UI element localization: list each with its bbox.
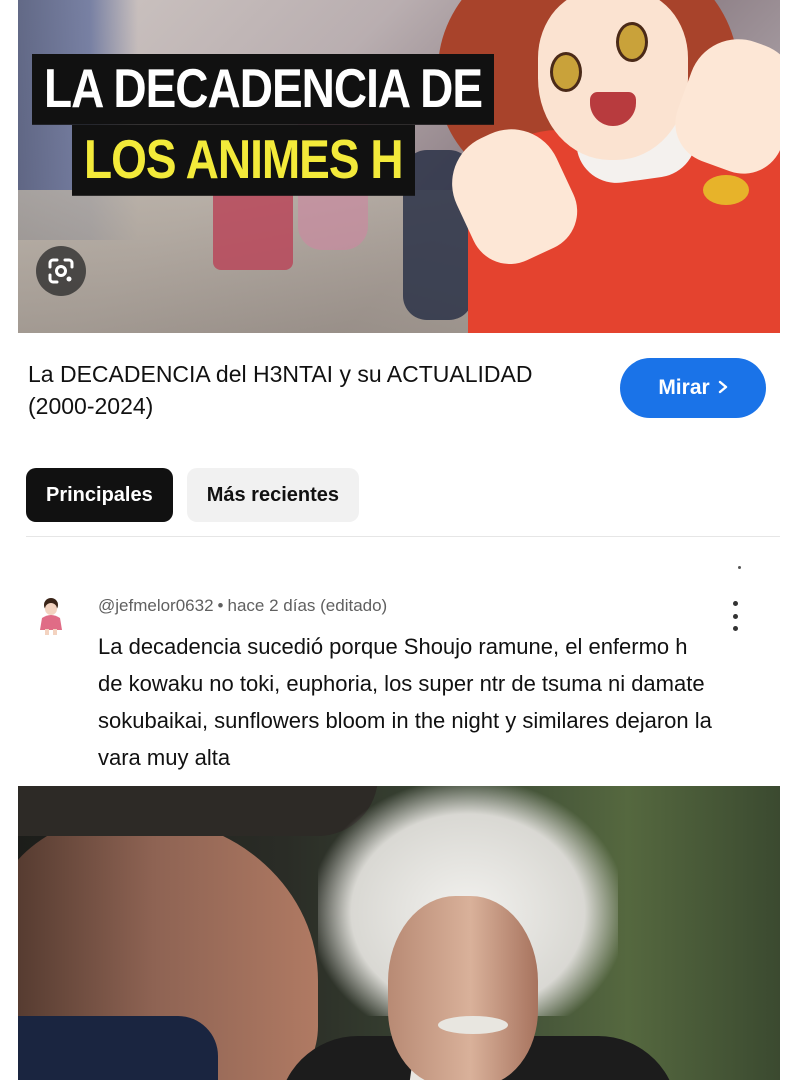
watch-button-label: Mirar: [658, 376, 710, 399]
comment-text: La decadencia sucedió porque Shoujo ramu…: [98, 634, 712, 770]
thumbnail-title-line1: LA DECADENCIA DE: [32, 54, 495, 125]
more-vertical-icon[interactable]: [738, 566, 742, 576]
video-title[interactable]: La DECADENCIA del H3NTAI y su ACTUALIDAD…: [28, 358, 548, 422]
image-moustache: [438, 1016, 508, 1034]
comment-time: hace 2 días (editado): [227, 596, 388, 615]
comment-meta: @jefmelor0632 • hace 2 días (editado): [98, 596, 387, 616]
tab-principales[interactable]: Principales: [26, 468, 173, 522]
watch-button[interactable]: Mirar: [620, 358, 766, 418]
chevron-right-icon: [718, 376, 728, 400]
reaction-image: [18, 786, 780, 1080]
video-thumbnail[interactable]: LA DECADENCIA DE LOS ANIMES H: [18, 0, 780, 333]
avatar[interactable]: [36, 596, 66, 636]
comment-author[interactable]: @jefmelor0632: [98, 596, 214, 615]
more-vertical-icon[interactable]: [730, 601, 740, 631]
comment-sort-tabs: Principales Más recientes: [26, 468, 360, 522]
character-flower: [703, 175, 749, 205]
separator-dot: •: [217, 596, 224, 615]
character-eye: [616, 22, 648, 62]
image-person-right: [388, 896, 538, 1080]
app-frame: LA DECADENCIA DE LOS ANIMES H La DECADEN…: [18, 0, 780, 1080]
character-eye: [550, 52, 582, 92]
image-coat-left: [18, 1016, 218, 1080]
divider: [26, 536, 780, 537]
google-lens-icon[interactable]: [36, 246, 86, 296]
thumbnail-title-line2: LOS ANIMES H: [72, 125, 415, 196]
tab-mas-recientes[interactable]: Más recientes: [186, 468, 360, 522]
